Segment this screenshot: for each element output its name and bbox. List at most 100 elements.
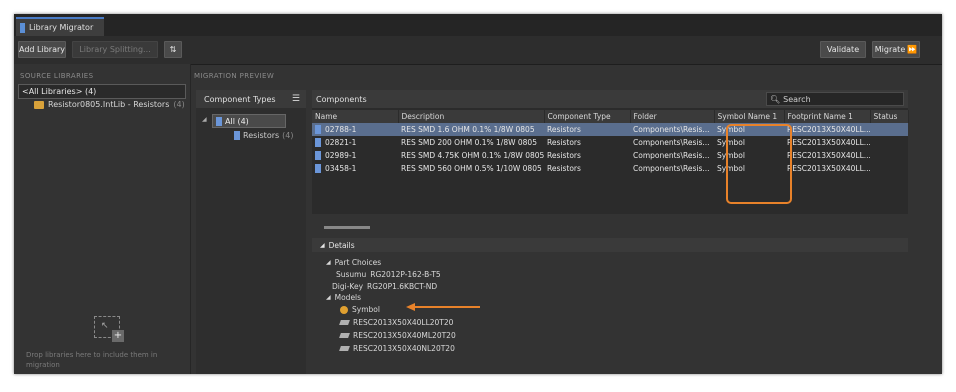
document-tabbar: Library Migrator [14,14,942,36]
expand-arrow-icon[interactable]: ◢ [202,116,207,123]
table-row[interactable]: 02821-1 RES SMD 200 OHM 0.1% 1/8W 0805 R… [312,136,908,149]
model-label: RESC2013X50X40ML20T20 [353,331,456,340]
cell-footprint: RESC2013X50X40LL... [784,123,870,136]
column-header-status[interactable]: Status [870,110,909,123]
component-types-title: Component Types [204,94,276,104]
cursor-icon: ↖ [101,321,109,331]
add-library-button[interactable]: Add Library [18,41,66,58]
annotation-arrow [414,306,480,308]
library-migrator-window: Library Migrator Add Library Library Spl… [14,14,942,374]
component-icon [315,151,321,160]
expand-arrow-icon: ◢ [326,294,331,301]
component-type-resistors[interactable]: Resistors (4) [234,131,294,140]
supplier-name: Susumu [336,270,367,279]
migration-preview-header: MIGRATION PREVIEW [194,72,275,80]
cell-component-type: Resistors [544,123,630,136]
all-libraries-item[interactable]: <All Libraries> (4) [18,84,186,99]
column-header-footprint-name[interactable]: Footprint Name 1 [784,110,871,123]
collapse-arrow-icon: ◢ [320,241,325,249]
horizontal-scrollbar[interactable] [312,224,872,232]
component-type-resistors-label: Resistors [243,131,280,140]
cell-name: 03458-1 [325,164,357,173]
migrate-label: Migrate [874,45,906,54]
cell-component-type: Resistors [547,164,581,173]
components-grid: Components 🔍︎ Search Name Description Co… [312,90,909,232]
fast-forward-icon: ⏩ [907,45,918,54]
model-item-footprint[interactable]: RESC2013X50X40NL20T20 [339,344,455,353]
cell-footprint: RESC2013X50X40LL... [787,151,870,160]
column-header-component-type[interactable]: Component Type [544,110,631,123]
cell-description: RES SMD 560 OHM 0.5% 1/10W 0805 [401,164,542,173]
component-type-resistors-count: (4) [282,131,294,140]
component-icon [315,125,321,134]
part-choice-row: Digi-Key RG20P1.6KBCT-ND [332,282,437,291]
component-type-icon [234,131,240,140]
details-title: Details [328,240,355,250]
column-header-symbol-name[interactable]: Symbol Name 1 [714,110,785,123]
scrollbar-thumb[interactable] [324,226,370,229]
toolbar: Add Library Library Splitting... ⇅ Valid… [14,36,942,65]
components-header: Components 🔍︎ Search [312,90,908,108]
cell-name: 02821-1 [325,138,357,147]
cell-description: RES SMD 4.75K OHM 0.1% 1/8W 0805 [401,151,544,160]
cell-folder: Components\Resis... [633,138,710,147]
models-node[interactable]: ◢ Models [326,293,361,302]
column-header-name[interactable]: Name [312,110,399,123]
cell-folder: Components\Resis... [633,164,710,173]
table-row[interactable]: 02788-1 RES SMD 1.6 OHM 0.1% 1/8W 0805 R… [312,123,908,136]
component-icon [315,138,321,147]
library-name: Resistor0805.IntLib - Resistors [48,100,170,109]
library-count: (4) [173,100,185,109]
tree-options-icon[interactable]: ☰ [292,94,300,104]
supplier-part: RG20P1.6KBCT-ND [367,282,438,291]
cell-component-type: Resistors [547,138,581,147]
component-type-icon [216,116,222,126]
part-choices-node[interactable]: ◢ Part Choices [326,258,381,267]
cell-folder: Components\Resis... [633,151,710,160]
component-type-all[interactable]: All (4) [212,114,286,128]
plus-icon: + [112,330,124,342]
components-title: Components [316,94,367,104]
cell-status [870,162,908,175]
table-row[interactable]: 03458-1 RES SMD 560 OHM 0.5% 1/10W 0805 … [312,162,908,175]
column-header-description[interactable]: Description [398,110,545,123]
library-icon [34,100,44,109]
model-item-symbol[interactable]: Symbol [340,305,380,314]
cell-name: 02788-1 [325,125,357,134]
part-choice-row: Susumu RG2012P-162-B-T5 [336,270,441,279]
model-item-footprint[interactable]: RESC2013X50X40LL20T20 [339,318,454,327]
model-label: Symbol [352,305,380,314]
library-migrator-tab[interactable]: Library Migrator [16,17,104,36]
component-type-all-label: All (4) [225,116,249,126]
supplier-name: Digi-Key [332,282,364,291]
cell-status [870,149,908,162]
migrate-button[interactable]: Migrate ⏩ [872,41,920,58]
source-libraries-panel: SOURCE LIBRARIES <All Libraries> (4) Res… [14,64,191,374]
component-types-header: Component Types ☰ [196,90,306,108]
models-label: Models [334,293,362,302]
column-header-folder[interactable]: Folder [630,110,715,123]
library-item-resistor0805[interactable]: Resistor0805.IntLib - Resistors (4) [34,100,185,109]
cell-folder: Components\Resis... [630,123,714,136]
symbol-icon [340,305,348,314]
model-label: RESC2013X50X40NL20T20 [353,344,455,353]
expand-arrow-icon: ◢ [326,259,331,266]
table-row[interactable]: 02989-1 RES SMD 4.75K OHM 0.1% 1/8W 0805… [312,149,908,162]
cell-description: RES SMD 1.6 OHM 0.1% 1/8W 0805 [398,123,544,136]
tab-title: Library Migrator [29,23,94,32]
table-header-row: Name Description Component Type Folder S… [312,110,909,123]
cell-footprint: RESC2013X50X40LL... [787,138,870,147]
model-item-footprint[interactable]: RESC2013X50X40ML20T20 [339,331,456,340]
validate-button[interactable]: Validate [820,41,866,58]
library-splitting-button[interactable]: Library Splitting... [72,41,158,58]
cell-name: 02989-1 [325,151,357,160]
drop-hint: Drop libraries here to include them in m… [26,351,158,369]
details-header[interactable]: ◢ Details [312,238,908,252]
swap-icon[interactable]: ⇅ [164,41,182,58]
component-icon [315,164,321,173]
drop-library-icon: ↖ + [94,316,124,342]
component-types-panel: Component Types ☰ ◢ All (4) Resistors (4… [196,90,306,374]
search-input[interactable]: 🔍︎ Search [766,92,904,106]
model-label: RESC2013X50X40LL20T20 [353,318,454,327]
symbol-column-highlight [726,124,792,204]
